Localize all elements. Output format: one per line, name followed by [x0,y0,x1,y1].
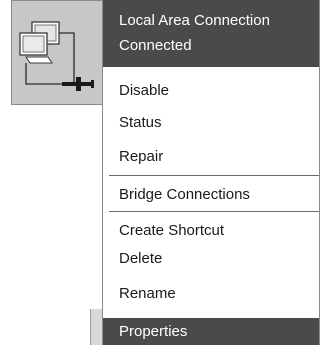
menu-item-repair[interactable]: Repair [119,147,163,167]
menu-separator [109,211,319,212]
background-window-edge [90,309,102,345]
menu-separator [109,175,319,176]
context-menu: Local Area Connection Connected Disable … [102,0,320,345]
network-connection-icon-graphic [19,21,94,91]
connection-status: Connected [119,37,192,54]
menu-item-delete[interactable]: Delete [119,249,162,269]
menu-header: Local Area Connection Connected [103,0,319,67]
network-connection-icon[interactable] [11,0,103,105]
menu-item-properties[interactable]: Properties [103,318,319,345]
menu-item-bridge-connections[interactable]: Bridge Connections [119,185,250,205]
menu-item-properties-label: Properties [119,323,188,340]
connection-title: Local Area Connection [119,12,270,29]
menu-item-create-shortcut[interactable]: Create Shortcut [119,221,224,241]
menu-item-status[interactable]: Status [119,113,162,133]
menu-item-disable[interactable]: Disable [119,81,169,101]
menu-item-rename[interactable]: Rename [119,284,176,304]
